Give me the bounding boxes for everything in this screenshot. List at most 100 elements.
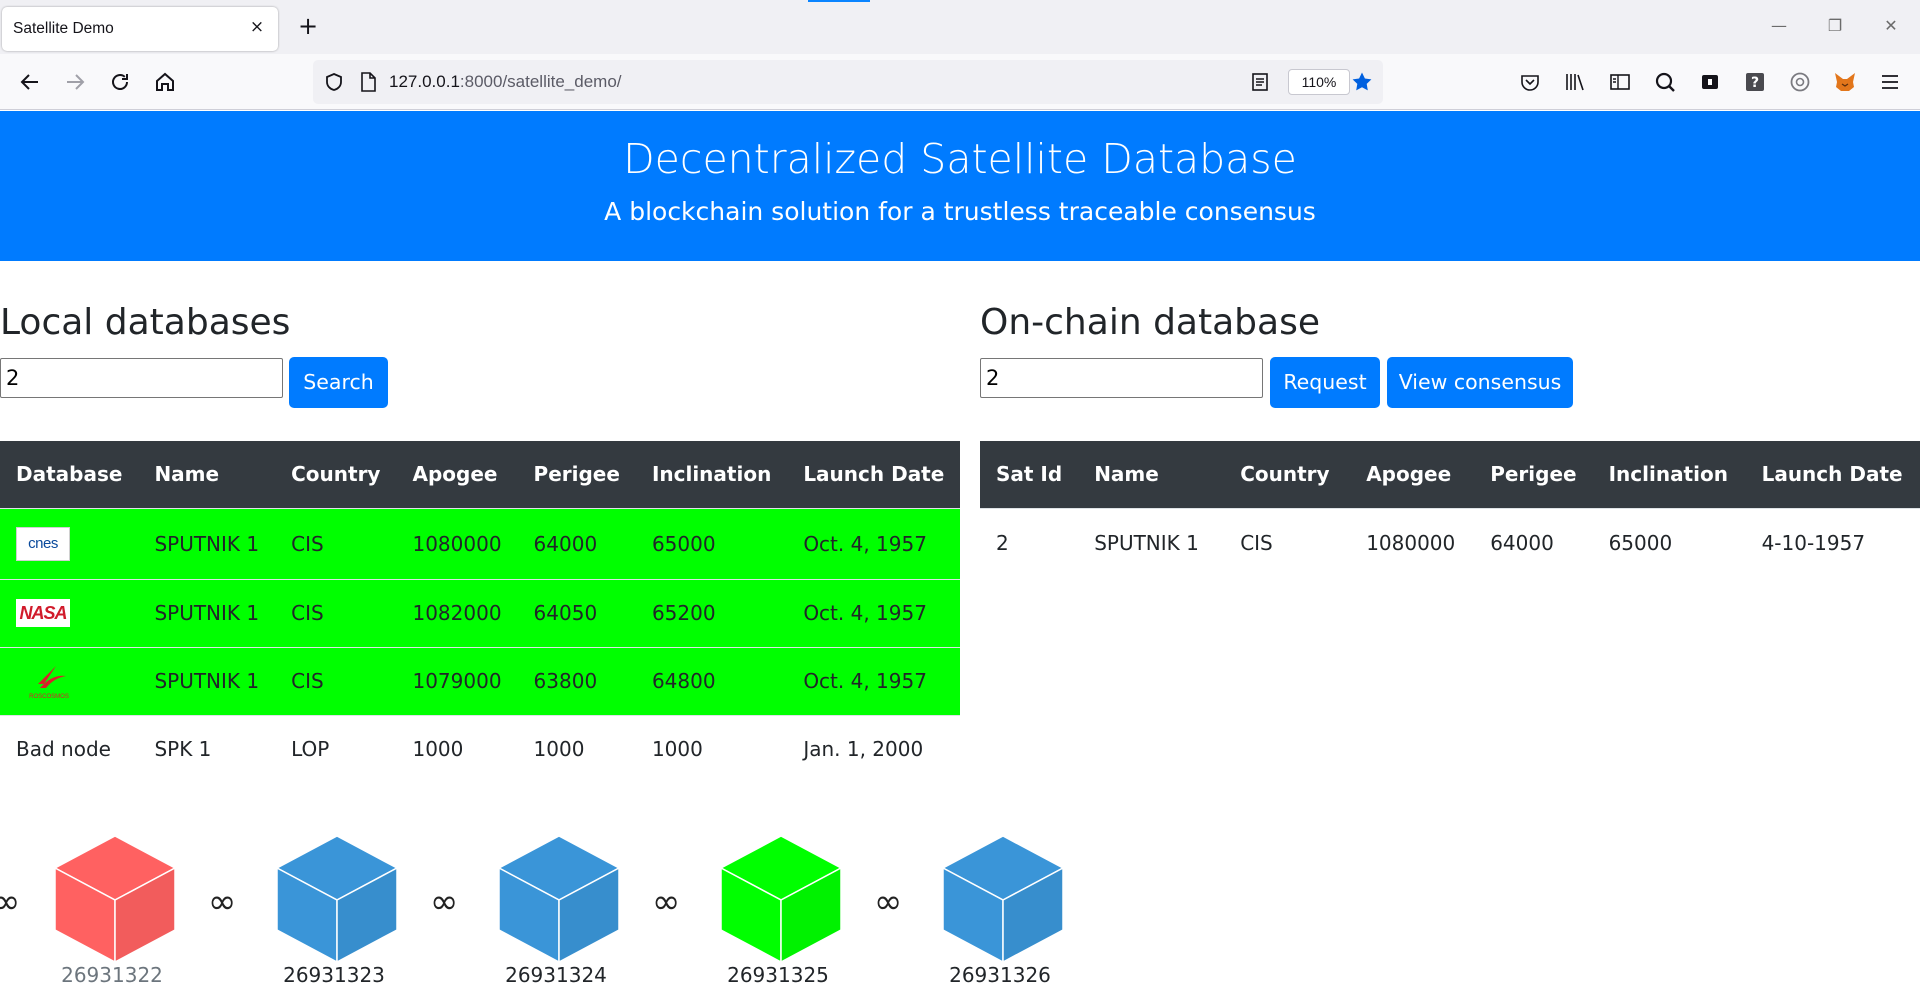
roscosmos-logo: ROSCOSMOS (16, 662, 82, 700)
block-number-label: 26931324 (505, 963, 607, 987)
nasa-logo-text: NASA (19, 602, 67, 623)
block-number-label: 26931326 (949, 963, 1051, 987)
inclination-cell: 65200 (635, 578, 788, 647)
name-cell: SPK 1 (138, 714, 276, 783)
table-row: cnes SPUTNIK 1 CIS 1080000 64000 65000 O… (0, 507, 961, 579)
metamask-fox-icon[interactable] (1830, 67, 1860, 97)
home-icon[interactable] (150, 67, 180, 97)
name-cell: SPUTNIK 1 (1078, 507, 1225, 578)
reader-view-icon[interactable] (1245, 67, 1275, 97)
new-tab-button[interactable]: + (293, 11, 323, 41)
search-button[interactable]: Search (289, 357, 388, 408)
chain-link-icon: ∞ (430, 882, 459, 922)
launch-date-cell: 4-10-1957 (1745, 507, 1920, 578)
browser-nav-bar: 127.0.0.1:8000/satellite_demo/ 110% ? (0, 54, 1920, 110)
search-extension-icon[interactable] (1650, 67, 1680, 97)
country-cell: CIS (1224, 507, 1351, 578)
library-icon[interactable] (1560, 67, 1590, 97)
column-header: Perigee (1474, 441, 1593, 508)
sidebar-icon[interactable] (1605, 67, 1635, 97)
shield-icon[interactable] (319, 67, 349, 97)
apogee-cell: 1080000 (396, 507, 518, 579)
browser-tab[interactable]: Satellite Demo × (2, 7, 278, 51)
close-tab-icon[interactable]: × (246, 16, 268, 38)
inclination-cell: 65000 (1592, 507, 1746, 578)
block-cube-icon[interactable] (273, 834, 401, 964)
country-cell: LOP (275, 714, 397, 783)
restore-icon[interactable]: ❐ (1820, 12, 1850, 40)
block-cube-icon[interactable] (51, 834, 179, 964)
block-number-label: 26931323 (283, 963, 385, 987)
table-row: ROSCOSMOS SPUTNIK 1 CIS 1079000 63800 64… (0, 646, 961, 715)
column-header: Launch Date (787, 441, 961, 508)
back-arrow-icon[interactable] (15, 67, 45, 97)
page-title: Decentralized Satellite Database (623, 135, 1297, 183)
database-cell: cnes (0, 507, 139, 579)
perigee-cell: 64000 (1474, 507, 1593, 578)
cnes-logo-text: cnes (28, 535, 58, 552)
page-subtitle: A blockchain solution for a trustless tr… (604, 197, 1316, 226)
star-bookmark-icon[interactable] (1347, 67, 1377, 97)
name-cell: SPUTNIK 1 (138, 507, 276, 579)
view-consensus-button[interactable]: View consensus (1387, 357, 1573, 408)
nasa-logo: NASA (16, 599, 70, 627)
block-number-label: 26931322 (61, 963, 163, 987)
block-number-label: 26931325 (727, 963, 829, 987)
column-header: Name (1078, 441, 1225, 508)
column-header: Sat Id (980, 441, 1079, 508)
block-cube-icon[interactable] (495, 834, 623, 964)
onchain-database-table: Sat Id Name Country Apogee Perigee Incli… (980, 441, 1920, 578)
hero-banner: Decentralized Satellite Database A block… (0, 111, 1920, 261)
local-databases-title: Local databases (0, 302, 291, 343)
bad-node-label: Bad node (0, 714, 139, 783)
page-icon (353, 67, 383, 97)
table-header-row: Sat Id Name Country Apogee Perigee Incli… (980, 441, 1920, 508)
column-header: Inclination (635, 441, 788, 508)
url-text[interactable]: 127.0.0.1:8000/satellite_demo/ (389, 72, 622, 92)
table-header-row: Database Name Country Apogee Perigee Inc… (0, 441, 961, 508)
chain-link-icon: ∞ (0, 882, 21, 922)
cnes-logo: cnes (16, 526, 70, 561)
perigee-cell: 64000 (517, 507, 636, 579)
column-header: Database (0, 441, 139, 508)
apogee-cell: 1000 (396, 714, 518, 783)
name-cell: SPUTNIK 1 (138, 646, 276, 715)
chain-link-icon: ∞ (652, 882, 681, 922)
local-databases-table: Database Name Country Apogee Perigee Inc… (0, 441, 961, 783)
column-header: Country (1224, 441, 1351, 508)
apogee-cell: 1079000 (396, 646, 518, 715)
onchain-database-title: On-chain database (980, 302, 1320, 343)
help-extension-icon[interactable]: ? (1740, 67, 1770, 97)
block-cube-icon[interactable] (717, 834, 845, 964)
url-bar[interactable]: 127.0.0.1:8000/satellite_demo/ 110% (313, 60, 1383, 104)
database-cell: ROSCOSMOS (0, 646, 139, 715)
extension-dark-icon[interactable] (1695, 67, 1725, 97)
minimize-icon[interactable]: — (1764, 12, 1794, 40)
local-search-input[interactable]: 2 (0, 358, 283, 398)
inclination-cell: 65000 (635, 507, 788, 579)
menu-hamburger-icon[interactable] (1875, 67, 1905, 97)
forward-arrow-icon[interactable] (60, 67, 90, 97)
database-cell: NASA (0, 578, 139, 647)
pocket-icon[interactable] (1515, 67, 1545, 97)
perigee-cell: 1000 (517, 714, 636, 783)
table-row: NASA SPUTNIK 1 CIS 1082000 64050 65200 O… (0, 578, 961, 647)
onchain-id-input[interactable]: 2 (980, 358, 1263, 398)
request-button[interactable]: Request (1270, 357, 1380, 408)
sat-id-cell: 2 (980, 507, 1079, 578)
tab-title: Satellite Demo (13, 20, 114, 37)
country-cell: CIS (275, 507, 397, 579)
account-circle-icon[interactable] (1785, 67, 1815, 97)
country-cell: CIS (275, 578, 397, 647)
url-path: :8000/satellite_demo/ (459, 72, 622, 91)
browser-tab-bar: Satellite Demo × + — ❐ ✕ (0, 0, 1920, 54)
column-header: Country (275, 441, 397, 508)
inclination-cell: 64800 (635, 646, 788, 715)
close-window-icon[interactable]: ✕ (1876, 12, 1906, 40)
zoom-level-badge[interactable]: 110% (1288, 69, 1350, 95)
country-cell: CIS (275, 646, 397, 715)
block-cube-icon[interactable] (939, 834, 1067, 964)
column-header: Inclination (1592, 441, 1746, 508)
reload-icon[interactable] (105, 67, 135, 97)
perigee-cell: 63800 (517, 646, 636, 715)
